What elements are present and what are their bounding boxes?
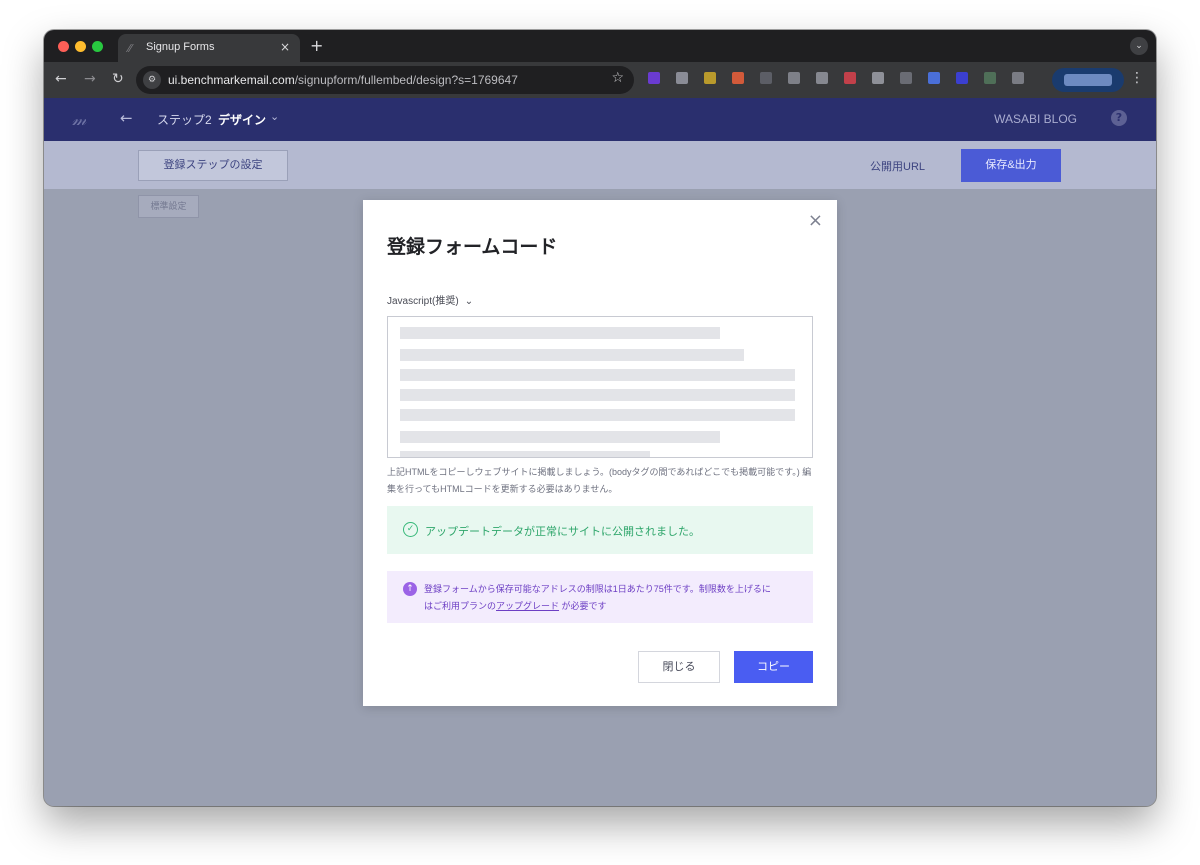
close-icon[interactable]: ×	[808, 210, 823, 231]
extension-icon[interactable]	[928, 72, 940, 84]
upgrade-notice-line1: 登録フォームから保存可能なアドレスの制限は1日あたり75件です。制限数を上げるに	[424, 584, 771, 594]
form-code-modal: × 登録フォームコード Javascript(推奨) ⌄ 上記HTMLをコピーしウ…	[363, 200, 837, 706]
code-type-selected: Javascript(推奨)	[387, 296, 459, 307]
extension-icon[interactable]	[844, 72, 856, 84]
sub-toolbar: 登録ステップの設定 公開用URL 保存&出力	[44, 141, 1156, 189]
public-url-link[interactable]: 公開用URL	[870, 158, 925, 174]
bookmark-star-icon[interactable]: ☆	[611, 70, 624, 86]
redacted-code-line	[400, 409, 795, 421]
browser-window: ⁄⁄ Signup Forms × + ⌄ ← → ↻ ⚙ ui.benchma…	[44, 30, 1156, 806]
redacted-code-line	[400, 389, 795, 401]
extension-icon[interactable]	[984, 72, 996, 84]
address-bar[interactable]: ⚙ ui.benchmarkemail.com/signupform/fulle…	[136, 66, 634, 94]
maximize-window-button[interactable]	[92, 41, 103, 52]
extension-icon[interactable]	[872, 72, 884, 84]
upgrade-notice-line2: はご利用プランのアップグレード が必要です	[424, 601, 607, 611]
back-icon[interactable]: ←	[120, 109, 133, 127]
extension-icon[interactable]	[816, 72, 828, 84]
upgrade-notice: ↑ 登録フォームから保存可能なアドレスの制限は1日あたり75件です。制限数を上げ…	[387, 571, 813, 623]
extension-icon[interactable]	[788, 72, 800, 84]
standard-settings-button[interactable]: 標準設定	[138, 195, 199, 218]
extension-icon[interactable]	[732, 72, 744, 84]
extension-icon[interactable]	[900, 72, 912, 84]
step-label: ステップ2	[157, 113, 212, 127]
profile-avatar[interactable]	[1052, 68, 1124, 92]
check-circle-icon: ✓	[403, 522, 418, 537]
modal-title: 登録フォームコード	[387, 237, 558, 258]
extension-icon[interactable]	[1012, 72, 1024, 84]
forward-arrow-icon[interactable]: →	[84, 71, 96, 87]
extension-icon[interactable]	[648, 72, 660, 84]
redacted-code-line	[400, 327, 720, 339]
minimize-window-button[interactable]	[75, 41, 86, 52]
reload-icon[interactable]: ↻	[112, 71, 124, 87]
arrow-up-circle-icon: ↑	[403, 582, 417, 596]
benchmark-logo-icon: ⁄⁄	[128, 42, 132, 55]
redacted-code-line	[400, 369, 795, 381]
browser-toolbar: ← → ↻ ⚙ ui.benchmarkemail.com/signupform…	[44, 62, 1156, 98]
success-message: アップデートデータが正常にサイトに公開されました。	[425, 526, 700, 538]
new-tab-icon[interactable]: +	[310, 36, 323, 55]
signup-step-settings-button[interactable]: 登録ステップの設定	[138, 150, 288, 181]
account-name[interactable]: WASABI BLOG	[994, 112, 1077, 126]
extension-icon[interactable]	[704, 72, 716, 84]
extension-icon[interactable]	[760, 72, 772, 84]
close-button[interactable]: 閉じる	[638, 651, 720, 683]
extensions-strip	[648, 72, 1104, 88]
help-text: 上記HTMLをコピーしウェブサイトに掲載しましょう。(bodyタグの間であればど…	[387, 467, 812, 494]
url-text[interactable]: ui.benchmarkemail.com/signupform/fullemb…	[168, 73, 518, 87]
chevron-down-icon: ⌄	[464, 296, 474, 307]
embed-code-textarea[interactable]	[387, 316, 813, 458]
success-alert: ✓ アップデートデータが正常にサイトに公開されました。	[387, 506, 813, 554]
help-icon[interactable]: ?	[1111, 110, 1127, 126]
browser-menu-icon[interactable]: ⋮	[1130, 70, 1144, 86]
redacted-code-line	[400, 349, 744, 361]
upgrade-link[interactable]: アップグレード	[496, 601, 559, 611]
app-header: 𝓂 ← ステップ2 デザイン ⌄ WASABI BLOG ?	[44, 98, 1156, 141]
tab-strip: ⁄⁄ Signup Forms × + ⌄	[44, 30, 1156, 62]
redacted-code-line	[400, 431, 720, 443]
back-arrow-icon[interactable]: ←	[55, 71, 67, 87]
chevron-down-icon[interactable]: ⌄	[270, 110, 279, 123]
extension-icon[interactable]	[956, 72, 968, 84]
tab-search-chevron-icon[interactable]: ⌄	[1130, 37, 1148, 55]
redacted-code-line	[400, 451, 650, 457]
tab-title: Signup Forms	[146, 41, 215, 53]
save-and-export-button[interactable]: 保存&出力	[961, 149, 1061, 182]
site-settings-icon[interactable]: ⚙	[143, 71, 161, 89]
code-type-select[interactable]: Javascript(推奨) ⌄	[387, 292, 473, 307]
browser-tab[interactable]: ⁄⁄ Signup Forms ×	[118, 34, 300, 62]
app-logo-icon[interactable]: 𝓂	[72, 110, 86, 130]
copy-button[interactable]: コピー	[734, 651, 813, 683]
tab-close-icon[interactable]: ×	[280, 40, 290, 54]
close-window-button[interactable]	[58, 41, 69, 52]
extension-icon[interactable]	[676, 72, 688, 84]
step-name[interactable]: デザイン	[218, 111, 266, 128]
